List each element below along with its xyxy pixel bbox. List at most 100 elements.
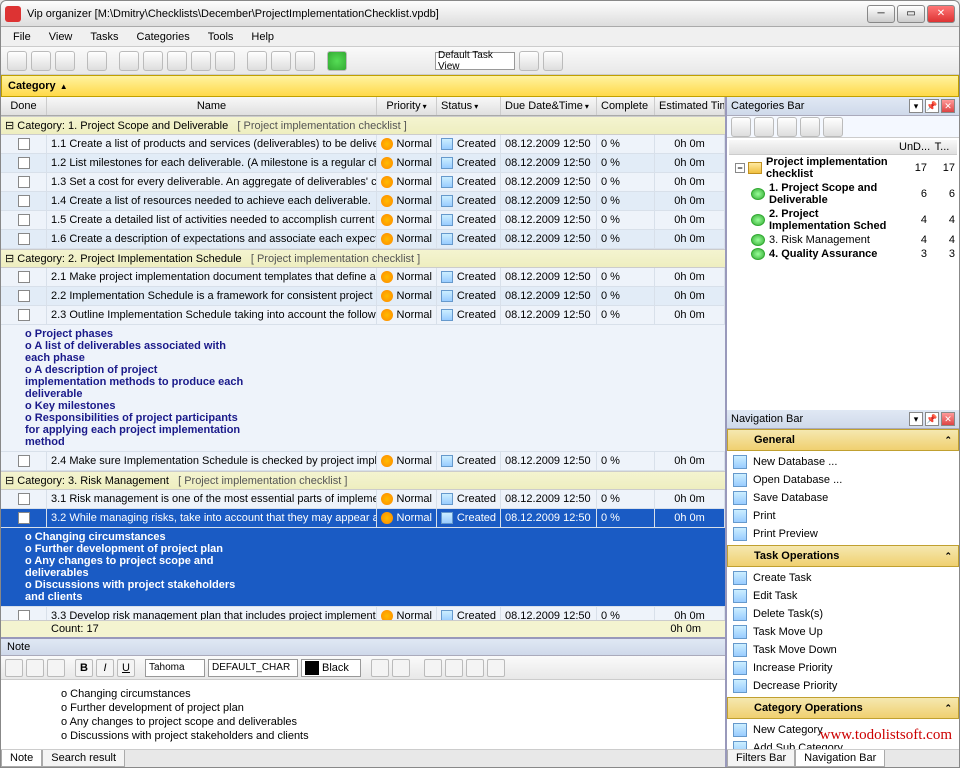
- color-select[interactable]: Black: [301, 659, 361, 677]
- checkbox[interactable]: [18, 610, 30, 620]
- task-view-select[interactable]: Default Task View: [435, 52, 515, 70]
- categories-tree[interactable]: UnD... T... −Project implementation chec…: [727, 138, 959, 410]
- table-row[interactable]: 3.1 Risk management is one of the most e…: [1, 490, 725, 509]
- note-tb-btn[interactable]: [487, 659, 505, 677]
- note-tb-btn[interactable]: [424, 659, 442, 677]
- table-row[interactable]: 2.1 Make project implementation document…: [1, 268, 725, 287]
- checkbox[interactable]: [18, 493, 30, 505]
- note-tb-btn[interactable]: [47, 659, 65, 677]
- toolbar-button[interactable]: [191, 51, 211, 71]
- checkbox[interactable]: [18, 455, 30, 467]
- nav-item[interactable]: Open Database ...: [727, 471, 959, 489]
- maximize-button[interactable]: ▭: [897, 5, 925, 23]
- nav-item[interactable]: Save Database: [727, 489, 959, 507]
- group-header[interactable]: ⊟ Category: 3. Risk Management [ Project…: [1, 471, 725, 490]
- collapse-icon[interactable]: −: [735, 163, 745, 173]
- nav-item[interactable]: Delete Task(s): [727, 605, 959, 623]
- table-row[interactable]: 3.2 While managing risks, take into acco…: [1, 509, 725, 528]
- col-status[interactable]: Status▾: [437, 97, 501, 115]
- col-complete[interactable]: Complete: [597, 97, 655, 115]
- tree-row[interactable]: 3. Risk Management44: [729, 233, 957, 247]
- nav-group-task-operations[interactable]: Task Operations⌃: [727, 545, 959, 567]
- nav-item[interactable]: Increase Priority: [727, 659, 959, 677]
- table-row[interactable]: 1.4 Create a list of resources needed to…: [1, 192, 725, 211]
- menu-tools[interactable]: Tools: [200, 29, 242, 45]
- pane-pin-button[interactable]: 📌: [925, 99, 939, 113]
- note-tab[interactable]: Search result: [42, 750, 125, 767]
- note-tab[interactable]: Note: [1, 750, 42, 767]
- toolbar-button[interactable]: [215, 51, 235, 71]
- pane-pin-button[interactable]: 📌: [925, 412, 939, 426]
- table-row[interactable]: 1.3 Set a cost for every deliverable. An…: [1, 173, 725, 192]
- toolbar-button[interactable]: [55, 51, 75, 71]
- cat-tb-btn[interactable]: [754, 117, 774, 137]
- cat-tb-btn[interactable]: [823, 117, 843, 137]
- checkbox[interactable]: [18, 138, 30, 150]
- nav-item[interactable]: Print: [727, 507, 959, 525]
- note-tb-btn[interactable]: [445, 659, 463, 677]
- checkbox[interactable]: [18, 176, 30, 188]
- nav-item[interactable]: Task Move Up: [727, 623, 959, 641]
- toolbar-button[interactable]: [7, 51, 27, 71]
- col-name[interactable]: Name: [47, 97, 377, 115]
- checkbox[interactable]: [18, 195, 30, 207]
- checkbox[interactable]: [18, 271, 30, 283]
- checkbox[interactable]: [18, 290, 30, 302]
- note-tb-btn[interactable]: [5, 659, 23, 677]
- checkbox[interactable]: [18, 214, 30, 226]
- table-row[interactable]: 1.6 Create a description of expectations…: [1, 230, 725, 249]
- toolbar-button[interactable]: [167, 51, 187, 71]
- table-row[interactable]: 1.2 List milestones for each deliverable…: [1, 154, 725, 173]
- nav-group-category-operations[interactable]: Category Operations⌃: [727, 697, 959, 719]
- pane-dropdown-button[interactable]: ▾: [909, 99, 923, 113]
- tree-row[interactable]: −Project implementation checklist1717: [729, 155, 957, 181]
- col-est[interactable]: Estimated Time: [655, 97, 725, 115]
- bottom-tab[interactable]: Filters Bar: [727, 750, 795, 767]
- tree-row[interactable]: 4. Quality Assurance33: [729, 247, 957, 261]
- toolbar-button[interactable]: [271, 51, 291, 71]
- nav-item[interactable]: Print Preview: [727, 525, 959, 543]
- tree-row[interactable]: 1. Project Scope and Deliverable66: [729, 181, 957, 207]
- table-row[interactable]: 2.3 Outline Implementation Schedule taki…: [1, 306, 725, 325]
- checkbox[interactable]: [18, 309, 30, 321]
- minimize-button[interactable]: ─: [867, 5, 895, 23]
- nav-item[interactable]: New Database ...: [727, 453, 959, 471]
- toolbar-button[interactable]: [119, 51, 139, 71]
- toolbar-button[interactable]: [295, 51, 315, 71]
- menu-tasks[interactable]: Tasks: [82, 29, 126, 45]
- italic-button[interactable]: I: [96, 659, 114, 677]
- table-row[interactable]: 3.3 Develop risk management plan that in…: [1, 607, 725, 620]
- note-tb-btn[interactable]: [26, 659, 44, 677]
- col-date[interactable]: Due Date&Time▾: [501, 97, 597, 115]
- nav-group-general[interactable]: General⌃: [727, 429, 959, 451]
- menu-categories[interactable]: Categories: [129, 29, 198, 45]
- table-row[interactable]: 1.1 Create a list of products and servic…: [1, 135, 725, 154]
- checkbox[interactable]: [18, 233, 30, 245]
- checkbox[interactable]: [18, 512, 30, 524]
- toolbar-button[interactable]: [543, 51, 563, 71]
- nav-item[interactable]: Create Task: [727, 569, 959, 587]
- toolbar-button[interactable]: [31, 51, 51, 71]
- bottom-tab[interactable]: Navigation Bar: [795, 750, 885, 767]
- note-tb-btn[interactable]: [392, 659, 410, 677]
- toolbar-button[interactable]: [87, 51, 107, 71]
- toolbar-button[interactable]: [519, 51, 539, 71]
- nav-item[interactable]: Edit Task: [727, 587, 959, 605]
- close-button[interactable]: ✕: [927, 5, 955, 23]
- toolbar-button[interactable]: [327, 51, 347, 71]
- note-tb-btn[interactable]: [371, 659, 389, 677]
- font-select[interactable]: Tahoma: [145, 659, 205, 677]
- note-tb-btn[interactable]: [466, 659, 484, 677]
- tree-row[interactable]: 2. Project Implementation Sched44: [729, 207, 957, 233]
- size-select[interactable]: DEFAULT_CHAR: [208, 659, 298, 677]
- group-header[interactable]: ⊟ Category: 1. Project Scope and Deliver…: [1, 116, 725, 135]
- table-row[interactable]: 2.2 Implementation Schedule is a framewo…: [1, 287, 725, 306]
- col-done[interactable]: Done: [1, 97, 47, 115]
- pane-close-button[interactable]: ✕: [941, 99, 955, 113]
- bold-button[interactable]: B: [75, 659, 93, 677]
- cat-tb-btn[interactable]: [800, 117, 820, 137]
- category-bar[interactable]: Category ▲: [1, 75, 959, 97]
- checkbox[interactable]: [18, 157, 30, 169]
- menu-view[interactable]: View: [41, 29, 81, 45]
- toolbar-button[interactable]: [247, 51, 267, 71]
